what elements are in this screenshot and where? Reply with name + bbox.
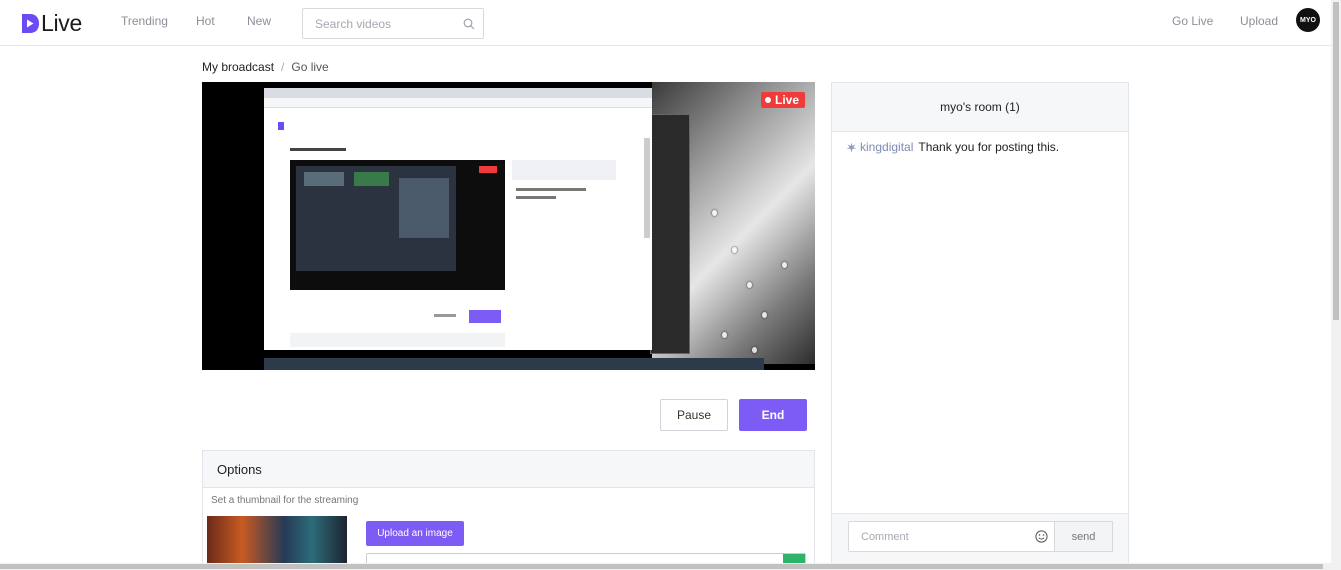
chat-input-bar: send [832, 513, 1128, 569]
leaf-icon [846, 142, 857, 152]
nav-hot[interactable]: Hot [196, 14, 215, 28]
horizontal-scrollbar[interactable] [0, 563, 1331, 570]
chat-panel: myo's room (1) kingdigital Thank you for… [831, 82, 1129, 570]
horizontal-scrollbar-thumb[interactable] [0, 564, 1323, 569]
options-panel: Options Set a thumbnail for the streamin… [202, 450, 815, 570]
live-badge-label: Live [774, 93, 799, 107]
chat-username[interactable]: kingdigital [860, 140, 913, 154]
pause-button[interactable]: Pause [660, 399, 728, 431]
breadcrumb: My broadcast / Go live [202, 60, 329, 74]
logo-text: Live [41, 10, 82, 36]
comment-input[interactable] [849, 522, 1029, 551]
search-box [302, 8, 484, 39]
live-badge: Live [760, 92, 805, 108]
search-input[interactable] [303, 9, 453, 38]
breadcrumb-go-live: Go live [291, 60, 329, 74]
breadcrumb-my-broadcast[interactable]: My broadcast [202, 60, 274, 74]
breadcrumb-separator: / [281, 60, 285, 74]
video-screen-capture [264, 88, 652, 350]
avatar[interactable]: MYO [1296, 8, 1320, 32]
top-navbar: Live Trending Hot New Go Live Upload MYO [0, 0, 1331, 46]
upload-image-button[interactable]: Upload an image [366, 521, 464, 546]
emoji-icon[interactable] [1035, 530, 1048, 543]
nav-upload[interactable]: Upload [1240, 14, 1278, 28]
live-video-player[interactable]: Live [202, 82, 815, 370]
video-taskbar [264, 358, 764, 370]
screen-capture-content [278, 122, 650, 347]
chat-room-title: myo's room (1) [832, 83, 1128, 132]
options-subtitle: Set a thumbnail for the streaming [211, 495, 359, 506]
nav-new[interactable]: New [247, 14, 271, 28]
thumbnail-preview [207, 516, 347, 569]
dlive-logo[interactable]: Live [22, 10, 82, 37]
video-side-window [650, 114, 690, 354]
options-title: Options [203, 451, 814, 488]
comment-box [848, 521, 1055, 552]
vertical-scrollbar-thumb[interactable] [1333, 2, 1339, 320]
chat-message-text: Thank you for posting this. [918, 140, 1060, 154]
search-icon[interactable] [463, 18, 475, 30]
vertical-scrollbar[interactable] [1331, 0, 1341, 570]
nav-trending[interactable]: Trending [121, 14, 168, 28]
chat-message: kingdigital Thank you for posting this. [846, 140, 1059, 154]
dlive-logo-icon [22, 14, 39, 33]
live-dot-icon [764, 97, 771, 103]
send-button[interactable]: send [1055, 521, 1113, 552]
end-button[interactable]: End [739, 399, 807, 431]
nav-go-live[interactable]: Go Live [1172, 14, 1213, 28]
